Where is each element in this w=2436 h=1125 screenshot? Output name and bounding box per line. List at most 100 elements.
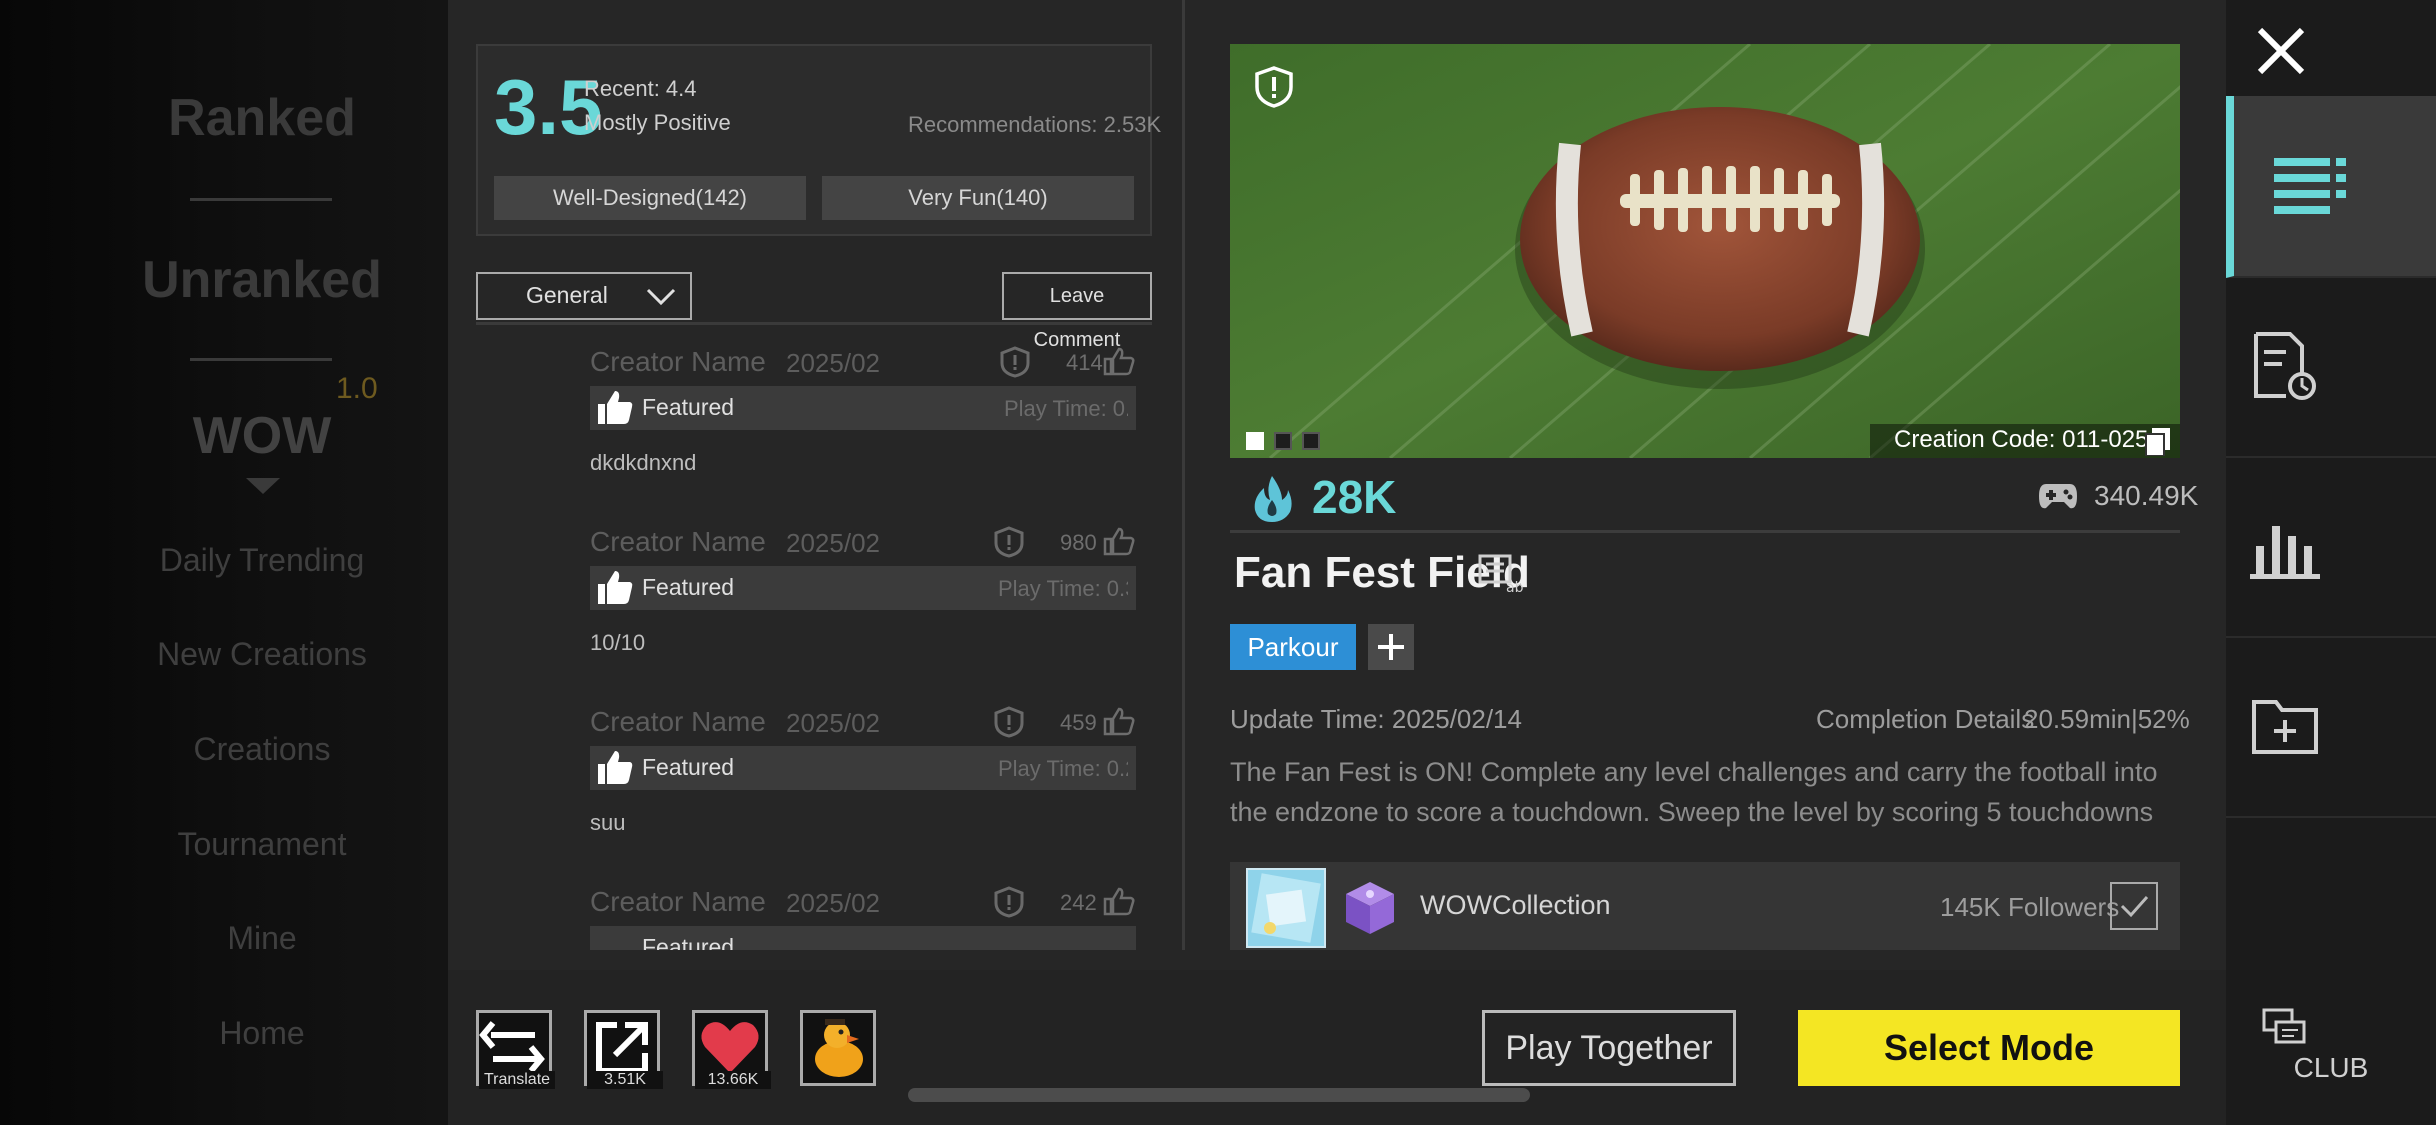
tab-stats[interactable] <box>2226 456 2436 638</box>
thumbs-up-icon <box>598 751 633 784</box>
featured-label: Featured <box>642 574 735 600</box>
folder-add-icon <box>2252 700 2318 754</box>
map-preview-image[interactable]: Creation Code: 011-025-236 <box>1230 44 2180 458</box>
creator-followers: 145K Followers <box>1940 892 2120 922</box>
review-like-count: 242 <box>1060 890 1097 915</box>
nav-ranked[interactable]: Ranked <box>0 88 524 148</box>
checkmark-icon <box>2120 896 2149 918</box>
club-label[interactable]: CLUB <box>2226 1052 2436 1084</box>
close-icon[interactable] <box>2254 24 2308 78</box>
tab-details[interactable] <box>2226 96 2436 278</box>
bar-chart-icon <box>2250 526 2320 579</box>
svg-text:ab: ab <box>1506 580 1524 594</box>
tab-history[interactable] <box>2226 276 2436 458</box>
review-date: 2025/02 <box>786 708 880 738</box>
tag-parkour[interactable]: Parkour <box>1230 624 1356 670</box>
featured-label: Featured <box>642 394 735 420</box>
heat-count: 28K <box>1312 471 1397 523</box>
creator-name[interactable]: WOWCollection <box>1420 890 1611 921</box>
thumbs-up-icon[interactable] <box>1102 706 1136 736</box>
rating-recent: Recent: 4.4 <box>584 76 697 101</box>
share-button[interactable]: 3.51K <box>584 1010 663 1089</box>
nav-tournament[interactable]: Tournament <box>0 826 524 863</box>
thumbs-up-icon <box>598 391 633 424</box>
recommendations-count: Recommendations: 2.53K <box>908 112 1162 137</box>
thumbs-up-icon <box>598 571 633 604</box>
carousel-dot[interactable] <box>1274 432 1292 450</box>
shield-alert-icon[interactable] <box>1254 66 1294 108</box>
football-field-image <box>1230 44 2180 458</box>
flame-icon <box>1254 476 1292 522</box>
add-tag-button[interactable] <box>1368 624 1414 670</box>
mascot-button[interactable] <box>800 1010 876 1086</box>
like-count: 13.66K <box>695 1071 771 1089</box>
creator-avatar[interactable] <box>1246 868 1326 948</box>
leave-comment-button[interactable]: Leave Comment <box>1002 272 1152 351</box>
collection-thumbnail <box>1248 870 1324 946</box>
thumbs-up-icon[interactable] <box>1102 346 1136 376</box>
nav-separator <box>190 358 332 361</box>
duck-mascot-icon <box>815 1019 863 1077</box>
like-button[interactable]: 13.66K <box>692 1010 771 1089</box>
review-comment: 10/10 <box>590 630 646 655</box>
club-chat-icon[interactable] <box>2262 1008 2308 1046</box>
report-shield-icon[interactable] <box>994 706 1024 738</box>
review-author[interactable]: Creator Name <box>590 886 766 918</box>
review-date: 2025/02 <box>786 348 880 378</box>
review-list[interactable]: Creator Name 2025/02 414 Featured Play T… <box>448 330 1182 950</box>
document-history-icon <box>2254 332 2316 400</box>
review-playtime: Play Time: 0.2h <box>998 756 1128 781</box>
completion-details-value: 20.59min|52% <box>2024 704 2190 734</box>
nav-home[interactable]: Home <box>0 1015 524 1052</box>
rating-summary-text: Mostly Positive <box>584 110 731 135</box>
filter-dropdown[interactable]: General <box>476 272 692 320</box>
follow-button[interactable] <box>2110 882 2158 930</box>
translate-button[interactable]: Translate <box>476 1010 555 1089</box>
plus-icon <box>1378 634 1404 660</box>
report-shield-icon[interactable] <box>1000 346 1030 378</box>
panel-divider <box>1182 0 1185 950</box>
completion-details-label[interactable]: Completion Details <box>1816 704 2034 735</box>
update-time: Update Time: 2025/02/14 <box>1230 704 1522 734</box>
nav-new-creations[interactable]: New Creations <box>0 636 524 673</box>
nav-wow[interactable]: WOW <box>0 406 524 466</box>
carousel-dot[interactable] <box>1302 432 1320 450</box>
review-comment: dkdkdnxnd <box>590 450 697 475</box>
review-like-count: 414 <box>1066 350 1103 375</box>
copy-icon[interactable] <box>2144 426 2172 456</box>
tag-very-fun[interactable]: Very Fun(140) <box>822 176 1134 220</box>
purple-cube-icon <box>1346 882 1394 934</box>
select-mode-button[interactable]: Select Mode <box>1798 1010 2180 1086</box>
list-divider <box>476 322 1152 325</box>
review-author[interactable]: Creator Name <box>590 706 766 738</box>
thumbs-up-icon[interactable] <box>1102 886 1136 916</box>
translate-title-icon[interactable]: ab <box>1478 554 1524 594</box>
details-list-icon <box>2274 158 2346 214</box>
review-author[interactable]: Creator Name <box>590 526 766 558</box>
nav-mine[interactable]: Mine <box>0 920 524 957</box>
thumbs-up-icon[interactable] <box>1102 526 1136 556</box>
review-playtime: Play Time: 0.3h <box>998 576 1128 601</box>
chevron-down-icon <box>646 288 676 306</box>
review-playtime: Play Time: 0.1h <box>1004 396 1128 421</box>
nav-unranked[interactable]: Unranked <box>0 250 524 310</box>
tag-well-designed[interactable]: Well-Designed(142) <box>494 176 806 220</box>
gamepad-icon <box>2039 484 2077 509</box>
review-like-count: 459 <box>1060 710 1097 735</box>
carousel-dot-active[interactable] <box>1246 432 1264 450</box>
report-shield-icon[interactable] <box>994 526 1024 558</box>
nav-daily-trending[interactable]: Daily Trending <box>0 542 524 579</box>
horizontal-scrollbar[interactable] <box>908 1088 1530 1102</box>
review-author[interactable]: Creator Name <box>590 346 766 378</box>
wow-version-badge: 1.0 <box>336 372 378 405</box>
filter-label: General <box>526 282 608 308</box>
review-like-count: 980 <box>1060 530 1097 555</box>
tab-add-to-folder[interactable] <box>2226 636 2436 818</box>
nav-creations[interactable]: Creations <box>0 731 524 768</box>
featured-label: Featured <box>642 754 735 780</box>
stats-divider <box>1230 530 2180 533</box>
report-shield-icon[interactable] <box>994 886 1024 918</box>
play-together-button[interactable]: Play Together <box>1482 1010 1736 1086</box>
share-count: 3.51K <box>587 1071 663 1089</box>
play-count: 340.49K <box>2094 480 2199 511</box>
